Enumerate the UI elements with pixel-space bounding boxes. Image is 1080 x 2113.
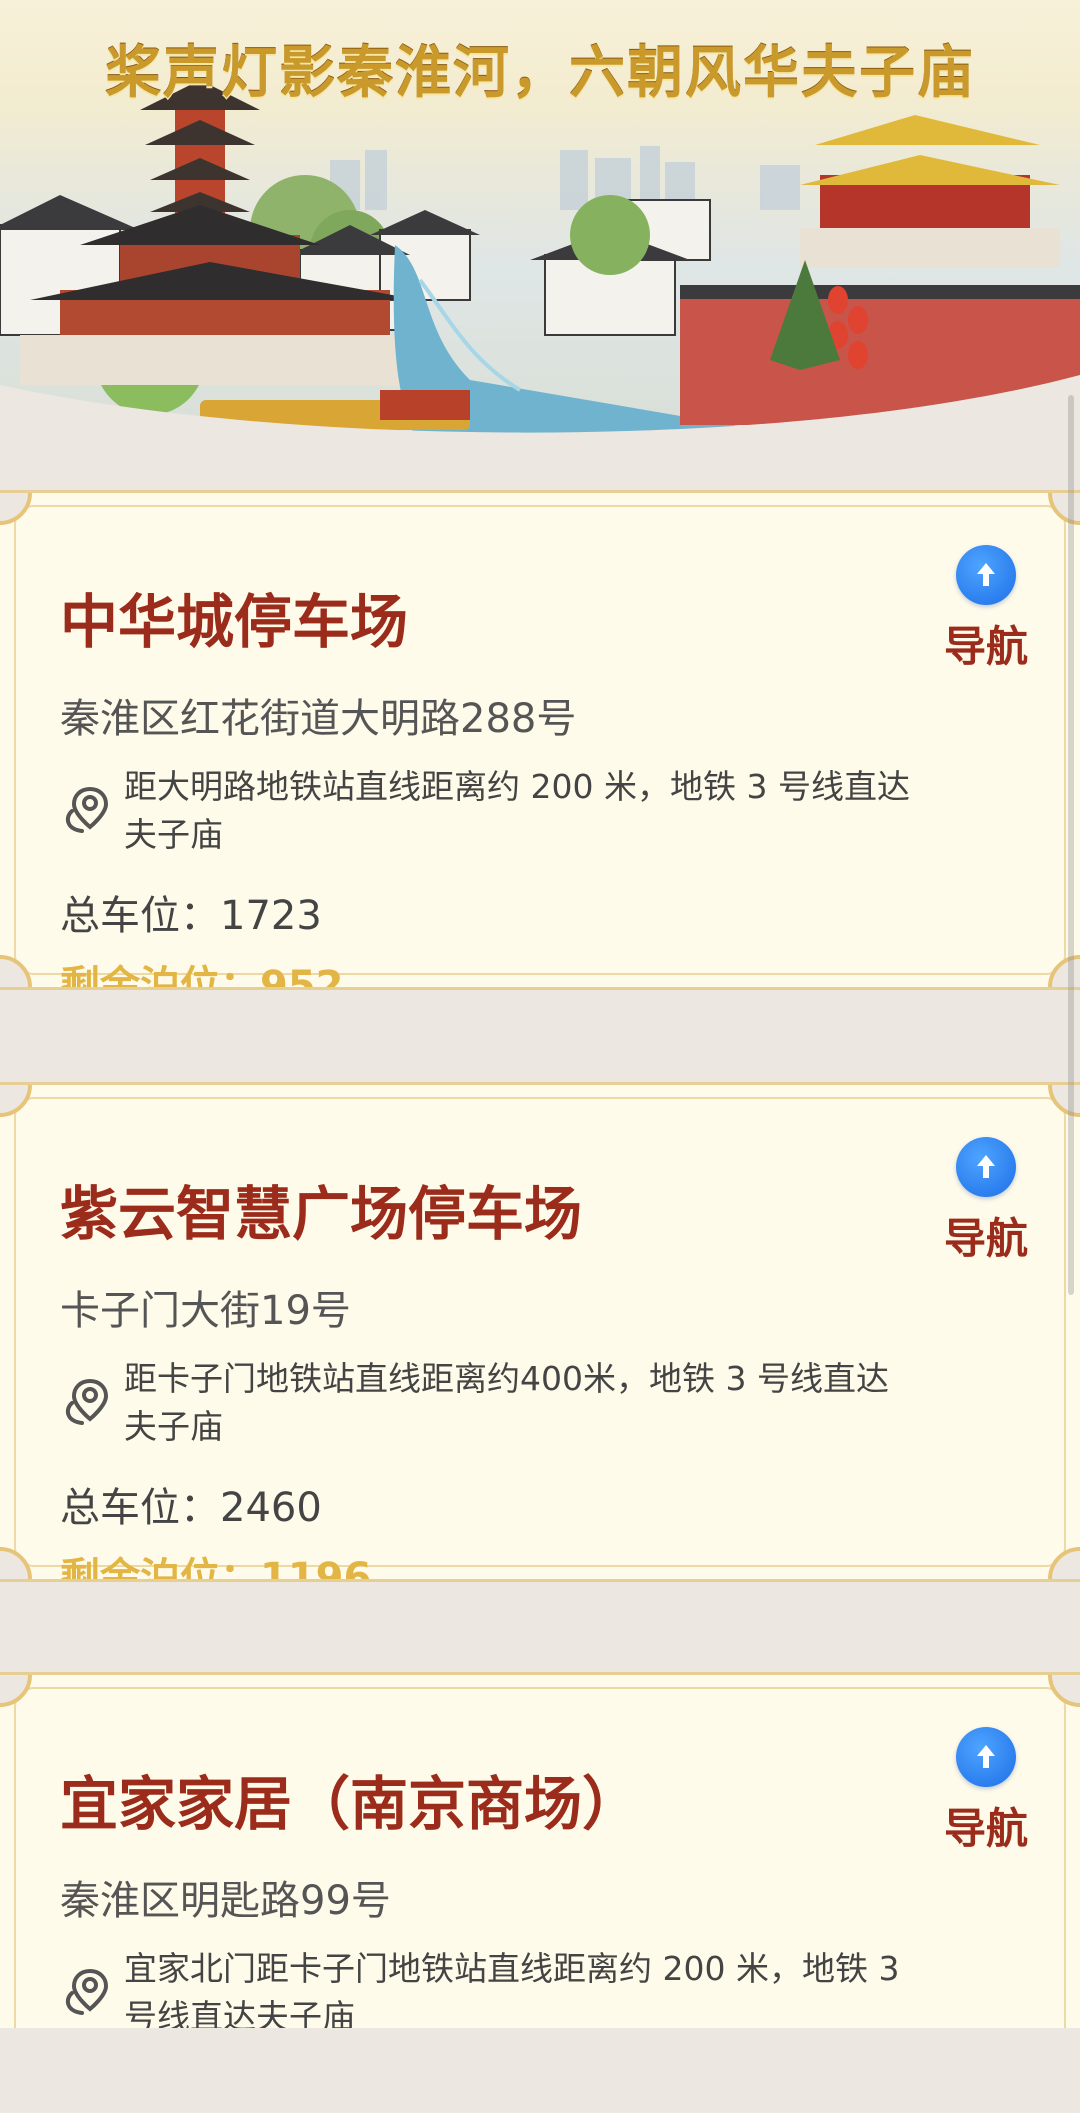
parking-name: 宜家家居（南京商场） (60, 1770, 641, 1838)
metro-distance-text: 距卡子门地铁站直线距离约400米，地铁 3 号线直达夫子庙 (124, 1359, 889, 1446)
navigate-button[interactable]: 导航 (936, 1727, 1036, 1856)
card-corner-ornament (0, 955, 32, 987)
location-route-icon (65, 786, 109, 833)
card-corner-ornament (1048, 493, 1080, 525)
remaining-spaces: 剩余泊位：1196 (60, 1555, 372, 1582)
card-corner-ornament (1048, 1547, 1080, 1579)
navigate-button[interactable]: 导航 (936, 545, 1036, 674)
parking-name: 紫云智慧广场停车场 (60, 1180, 583, 1248)
card-corner-ornament (0, 1675, 32, 1707)
navigate-label[interactable]: 导航 (936, 613, 1036, 674)
location-route-icon (65, 1378, 109, 1425)
metro-info: 距大明路地铁站直线距离约 200 米，地铁 3 号线直达夫子庙 (60, 763, 920, 859)
card-corner-ornament (0, 493, 32, 525)
navigation-arrow-icon[interactable] (956, 1137, 1016, 1197)
parking-address: 秦淮区红花街道大明路288号 (60, 696, 577, 742)
total-spaces: 总车位：1723 (60, 893, 322, 939)
navigate-label[interactable]: 导航 (936, 1205, 1036, 1266)
scrollbar[interactable] (1068, 395, 1074, 1295)
card-corner-ornament (1048, 1085, 1080, 1117)
metro-distance-text: 距大明路地铁站直线距离约 200 米，地铁 3 号线直达夫子庙 (124, 767, 910, 854)
metro-distance-text: 宜家北门距卡子门地铁站直线距离约 200 米，地铁 3 号线直达夫子庙 (124, 1949, 900, 2036)
card-corner-ornament (1048, 1675, 1080, 1707)
navigation-arrow-icon[interactable] (956, 1727, 1016, 1787)
navigation-arrow-icon[interactable] (956, 545, 1016, 605)
card-corner-ornament (0, 1547, 32, 1579)
banner-title: 桨声灯影秦淮河，六朝风华夫子庙 (105, 40, 975, 106)
page-bottom-gap (0, 2028, 1080, 2113)
parking-card[interactable]: 紫云智慧广场停车场 导航 卡子门大街19号 距卡子门地铁站直线距离约400米，地… (0, 1082, 1080, 1582)
parking-name: 中华城停车场 (60, 588, 409, 656)
parking-address: 卡子门大街19号 (60, 1288, 351, 1334)
navigate-button[interactable]: 导航 (936, 1137, 1036, 1266)
parking-card[interactable]: 中华城停车场 导航 秦淮区红花街道大明路288号 距大明路地铁站直线距离约 20… (0, 490, 1080, 990)
remaining-spaces: 剩余泊位：952 (60, 963, 344, 990)
metro-info: 宜家北门距卡子门地铁站直线距离约 200 米，地铁 3 号线直达夫子庙 (60, 1945, 920, 2041)
parking-address: 秦淮区明匙路99号 (60, 1878, 391, 1924)
card-corner-ornament (0, 1085, 32, 1117)
navigate-label[interactable]: 导航 (936, 1795, 1036, 1856)
card-corner-ornament (1048, 955, 1080, 987)
total-spaces: 总车位：2460 (60, 1485, 322, 1531)
metro-info: 距卡子门地铁站直线距离约400米，地铁 3 号线直达夫子庙 (60, 1355, 920, 1451)
location-route-icon (65, 1968, 109, 2015)
header-banner: 桨声灯影秦淮河，六朝风华夫子庙 (0, 0, 1080, 445)
